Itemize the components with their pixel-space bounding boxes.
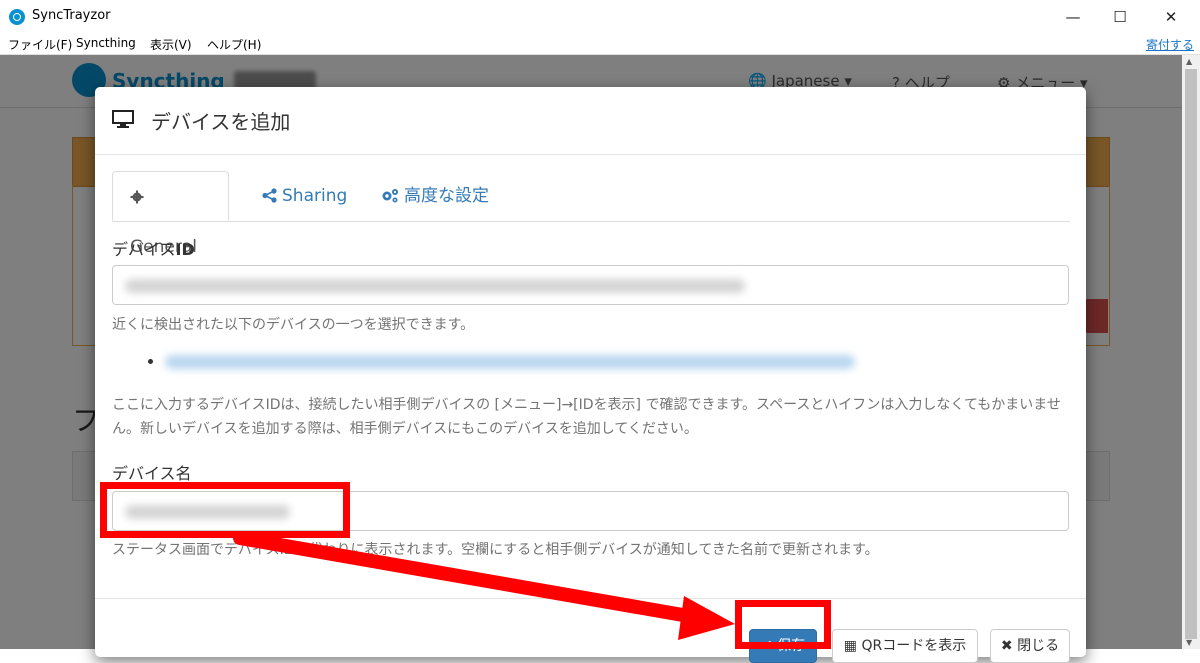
- annotation-arrow: [233, 531, 735, 640]
